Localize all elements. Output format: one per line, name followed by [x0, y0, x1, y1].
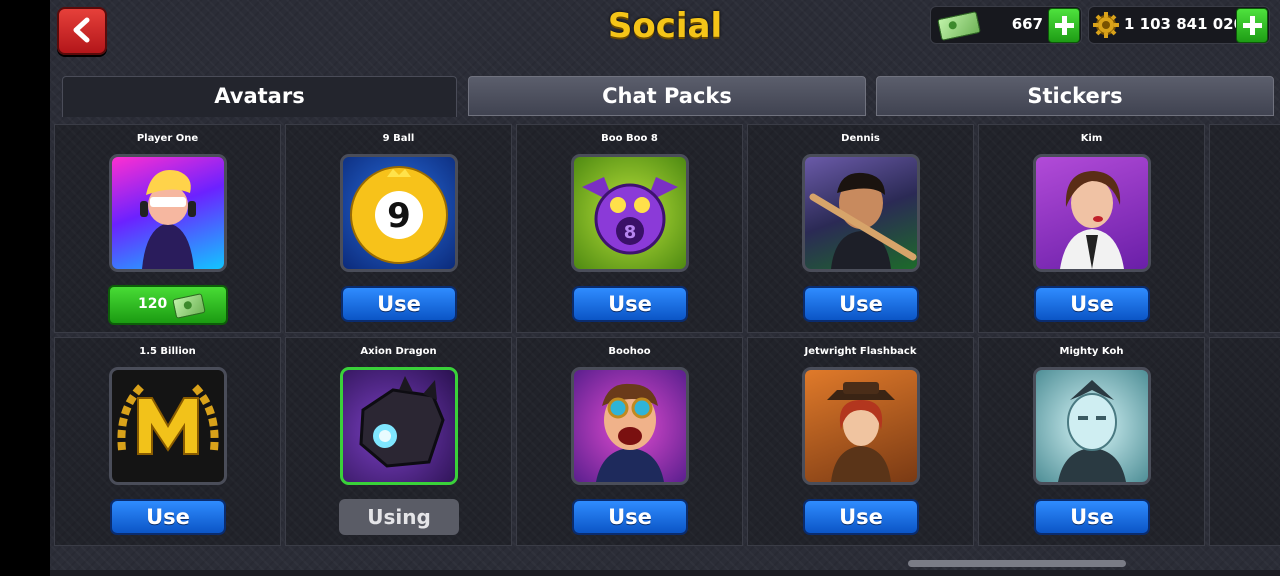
- avatar-card[interactable]: Boo Boo 8 8 Use: [516, 124, 743, 333]
- avatar-image-1-5-billion: [109, 367, 227, 485]
- avatar-name: Mighty Koh: [1059, 346, 1124, 357]
- avatar-card[interactable]: Dennis Use: [747, 124, 974, 333]
- cash-counter: 667: [930, 6, 1082, 44]
- use-button[interactable]: Use: [1034, 499, 1150, 535]
- avatar-image-kim: [1033, 154, 1151, 272]
- add-cash-button[interactable]: [1048, 8, 1080, 43]
- svg-text:9: 9: [387, 196, 411, 236]
- avatar-image-boohoo: [571, 367, 689, 485]
- avatar-name: Player One: [136, 133, 199, 144]
- cash-value: 667: [1011, 15, 1043, 33]
- horizontal-scrollbar[interactable]: [908, 560, 1126, 567]
- avatar-name: 1.5 Billion: [139, 346, 196, 357]
- avatar-image-9-ball: 9: [340, 154, 458, 272]
- social-screen: Social 667 1 103 841 020 Avatars Chat Pa…: [50, 0, 1280, 576]
- use-button[interactable]: Use: [803, 499, 919, 535]
- avatar-name: Boo Boo 8: [601, 133, 658, 144]
- bottom-divider: [50, 570, 1280, 576]
- avatar-name: Dennis: [841, 133, 880, 144]
- avatar-name: 9 Ball: [382, 133, 415, 144]
- use-button[interactable]: Use: [1034, 286, 1150, 322]
- cash-icon: [937, 11, 981, 41]
- avatar-image-axion-dragon: [340, 367, 458, 485]
- avatar-card[interactable]: Axion Dragon Using: [285, 337, 512, 546]
- use-button[interactable]: Use: [803, 286, 919, 322]
- avatar-card-partial[interactable]: [1209, 124, 1280, 333]
- avatar-image-jetwright-flashback: [802, 367, 920, 485]
- avatar-card[interactable]: 9 Ball 9 Use: [285, 124, 512, 333]
- use-button[interactable]: Use: [572, 499, 688, 535]
- avatar-name: Boohoo: [608, 346, 651, 357]
- avatar-card-partial[interactable]: [1209, 337, 1280, 546]
- cash-icon: [172, 293, 206, 319]
- avatar-name: Axion Dragon: [360, 346, 437, 357]
- buy-button[interactable]: 120: [108, 285, 228, 325]
- avatar-image-boo-boo-8: 8: [571, 154, 689, 272]
- avatar-card[interactable]: Boohoo Use: [516, 337, 743, 546]
- avatar-name: Kim: [1080, 133, 1103, 144]
- avatar-card[interactable]: Mighty Koh Use: [978, 337, 1205, 546]
- avatar-card[interactable]: Player One 120: [54, 124, 281, 333]
- avatar-image-dennis: [802, 154, 920, 272]
- avatar-card[interactable]: Jetwright Flashback Use: [747, 337, 974, 546]
- svg-text:8: 8: [624, 222, 637, 243]
- coins-value: 1 103 841 020: [1124, 15, 1245, 33]
- avatar-card[interactable]: 1.5 Billion Use: [54, 337, 281, 546]
- avatar-grid: Player One 120 9 Ball 9 Use Boo Boo 8 8 …: [54, 124, 1280, 549]
- use-button[interactable]: Use: [341, 286, 457, 322]
- avatar-name: Jetwright Flashback: [804, 346, 917, 357]
- tab-chat-packs[interactable]: Chat Packs: [468, 76, 866, 116]
- gear-coin-icon: [1093, 12, 1119, 38]
- tab-stickers[interactable]: Stickers: [876, 76, 1274, 116]
- coins-counter: 1 103 841 020: [1088, 6, 1270, 44]
- avatar-image-mighty-koh: [1033, 367, 1151, 485]
- tab-avatars[interactable]: Avatars: [62, 76, 457, 117]
- avatar-image-player-one: [109, 154, 227, 272]
- use-button[interactable]: Use: [110, 499, 226, 535]
- using-button: Using: [339, 499, 459, 535]
- use-button[interactable]: Use: [572, 286, 688, 322]
- add-coins-button[interactable]: [1236, 8, 1268, 43]
- tab-bar: Avatars Chat Packs Stickers: [62, 76, 1277, 117]
- avatar-card[interactable]: Kim Use: [978, 124, 1205, 333]
- price-value: 120: [138, 296, 168, 312]
